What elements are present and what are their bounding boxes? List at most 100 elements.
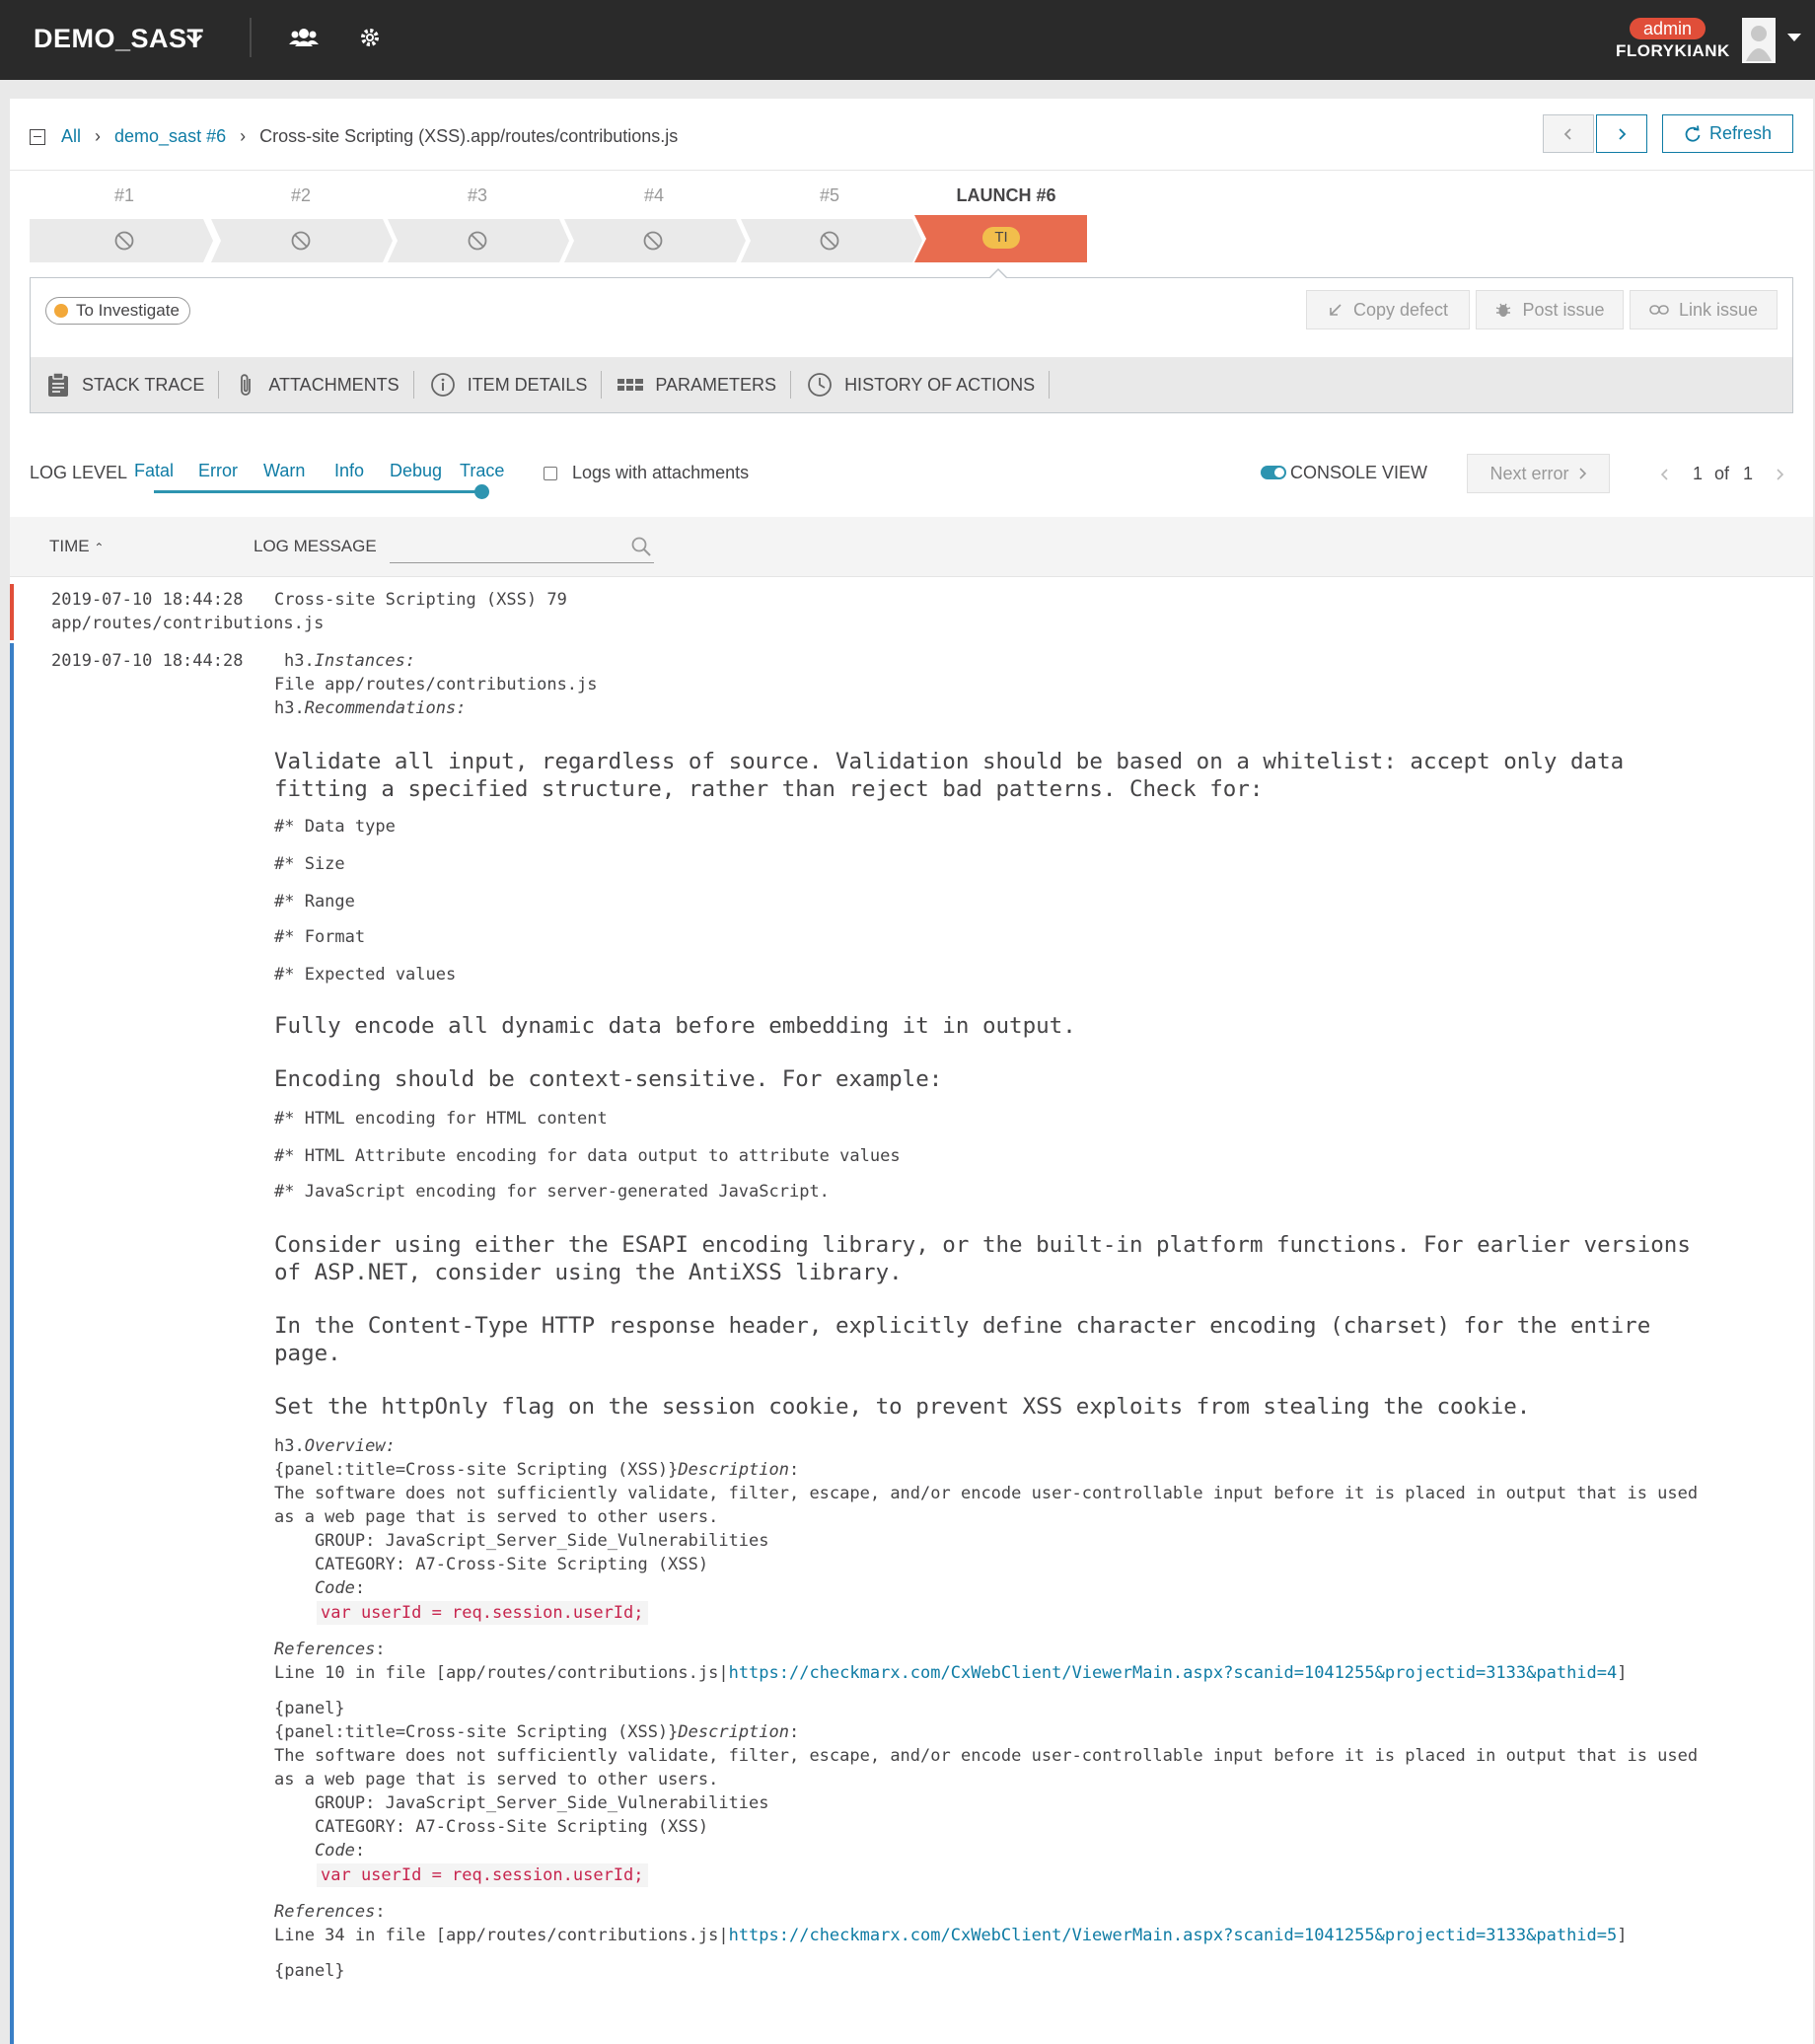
tab-attachments[interactable]: ATTACHMENTS <box>219 371 414 399</box>
defect-type-badge: TI <box>982 227 1020 249</box>
log-list-item: #* Range <box>274 892 355 912</box>
log-level-label: LOG LEVEL <box>30 463 128 482</box>
defect-status-badge[interactable]: To Investigate <box>45 297 190 325</box>
log-line: File app/routes/contributions.js <box>274 675 598 694</box>
sort-up-icon: ⌃ <box>94 541 105 554</box>
link-issue-label: Link issue <box>1678 299 1759 320</box>
prev-item-button[interactable] <box>1543 114 1594 153</box>
log-line: h3.Instances: <box>284 651 416 671</box>
log-line: {panel} <box>274 1961 345 1981</box>
log-list-item: #* Data type <box>274 817 396 837</box>
clock-icon <box>808 373 832 397</box>
log-list-item: #* JavaScript encoding for server-genera… <box>274 1182 830 1202</box>
logs-with-attachments-label[interactable]: Logs with attachments <box>572 463 749 483</box>
bug-icon <box>1496 303 1511 317</box>
log-level-debug[interactable]: Debug <box>390 461 442 481</box>
page-prev-icon[interactable] <box>1659 467 1671 482</box>
log-level-warn[interactable]: Warn <box>263 461 305 481</box>
logs-with-attachments-checkbox[interactable] <box>544 467 557 480</box>
log-level-error[interactable]: Error <box>198 461 238 481</box>
log-paragraph: In the Content-Type HTTP response header… <box>274 1313 1651 1339</box>
log-line: Code: <box>274 1578 366 1598</box>
console-view-label[interactable]: CONSOLE VIEW <box>1290 463 1427 483</box>
log-level-marker-info <box>10 643 14 2044</box>
link-issue-button[interactable]: Link issue <box>1630 290 1778 329</box>
gear-icon[interactable] <box>352 22 388 55</box>
post-issue-button[interactable]: Post issue <box>1476 290 1624 329</box>
log-line: h3.Recommendations: <box>274 698 467 718</box>
item-tabs: STACK TRACE ATTACHMENTS ITEM DETAILS PAR… <box>31 357 1792 412</box>
collapse-icon[interactable] <box>30 128 45 145</box>
log-message-filter-input[interactable] <box>390 533 654 563</box>
log-paragraph: of ASP.NET, consider using the AntiXSS l… <box>274 1260 903 1285</box>
reference-link[interactable]: https://checkmarx.com/CxWebClient/Viewer… <box>729 1926 1618 1945</box>
tab-history-of-actions[interactable]: HISTORY OF ACTIONS <box>791 371 1051 399</box>
log-line: Line 10 in file [app/routes/contribution… <box>274 1663 1628 1683</box>
grid-icon <box>617 379 644 391</box>
launch-label: #1 <box>113 185 135 205</box>
not-found-icon <box>291 231 311 251</box>
page-next-icon[interactable] <box>1774 467 1785 482</box>
divider <box>250 18 252 57</box>
log-line: The software does not sufficiently valid… <box>274 1746 1699 1766</box>
breadcrumb-all[interactable]: All <box>61 126 81 147</box>
log-line: GROUP: JavaScript_Server_Side_Vulnerabil… <box>274 1531 769 1551</box>
log-line: The software does not sufficiently valid… <box>274 1484 1699 1503</box>
next-item-button[interactable] <box>1596 114 1647 153</box>
log-level-fatal[interactable]: Fatal <box>134 461 174 481</box>
log-paragraph: page. <box>274 1341 341 1366</box>
tab-stack-trace[interactable]: STACK TRACE <box>31 371 220 399</box>
log-level-trace[interactable]: Trace <box>460 461 504 481</box>
chevron-down-icon[interactable] <box>182 27 207 52</box>
role-badge: admin <box>1630 18 1706 39</box>
pointer <box>989 270 1007 279</box>
tab-parameters[interactable]: PARAMETERS <box>602 371 792 399</box>
log-level-info[interactable]: Info <box>334 461 364 481</box>
log-list-item: #* HTML Attribute encoding for data outp… <box>274 1146 901 1166</box>
copy-defect-button[interactable]: Copy defect <box>1306 290 1470 329</box>
log-list-item: #* Expected values <box>274 965 457 985</box>
chevron-right-icon: › <box>95 126 102 146</box>
launch-label: #2 <box>290 185 312 205</box>
log-line: CATEGORY: A7-Cross-Site Scripting (XSS) <box>274 1555 709 1574</box>
link-icon <box>1649 305 1669 315</box>
tab-label: ITEM DETAILS <box>467 374 588 395</box>
tab-label: HISTORY OF ACTIONS <box>844 374 1036 395</box>
log-paragraph: Fully encode all dynamic data before emb… <box>274 1013 1076 1039</box>
members-icon[interactable] <box>286 22 322 55</box>
page-total: 1 <box>1743 464 1754 483</box>
console-view-toggle[interactable] <box>1261 466 1286 479</box>
log-level-slider-handle[interactable] <box>474 484 489 499</box>
refresh-label: Refresh <box>1708 123 1773 143</box>
log-message-column-header: LOG MESSAGE <box>254 537 377 555</box>
refresh-button[interactable]: Refresh <box>1662 114 1793 153</box>
not-found-icon <box>643 231 663 251</box>
log-list-item: #* Size <box>274 854 345 874</box>
next-error-label: Next error <box>1489 463 1569 483</box>
log-time: 2019-07-10 18:44:28 <box>51 590 244 610</box>
status-dot <box>54 304 68 318</box>
log-level-slider-track[interactable] <box>154 490 483 493</box>
not-found-icon <box>114 231 134 251</box>
time-column-header[interactable]: TIME ⌃ <box>49 537 104 556</box>
next-error-button[interactable]: Next error <box>1467 454 1610 493</box>
project-name[interactable]: DEMO_SAST <box>34 24 204 54</box>
page-current: 1 <box>1693 464 1704 483</box>
log-line: References: <box>274 1902 386 1922</box>
breadcrumb-launch[interactable]: demo_sast #6 <box>114 126 226 147</box>
log-paragraph: Validate all input, regardless of source… <box>274 749 1625 774</box>
tab-item-details[interactable]: ITEM DETAILS <box>414 371 603 399</box>
username[interactable]: FLORYKIANK <box>1616 41 1730 61</box>
avatar[interactable] <box>1742 18 1776 63</box>
refresh-icon <box>1685 124 1701 142</box>
not-found-icon <box>820 231 839 251</box>
log-message: Cross-site Scripting (XSS) 79 <box>274 590 567 610</box>
tab-label: STACK TRACE <box>82 374 205 395</box>
info-icon <box>430 373 455 397</box>
caret-down-icon[interactable] <box>1787 34 1801 41</box>
reference-link[interactable]: https://checkmarx.com/CxWebClient/Viewer… <box>729 1663 1618 1683</box>
log-list-item: #* HTML encoding for HTML content <box>274 1109 608 1129</box>
chevron-right-icon: › <box>240 126 247 146</box>
clipboard-icon <box>48 372 68 397</box>
tab-label: PARAMETERS <box>655 374 777 395</box>
